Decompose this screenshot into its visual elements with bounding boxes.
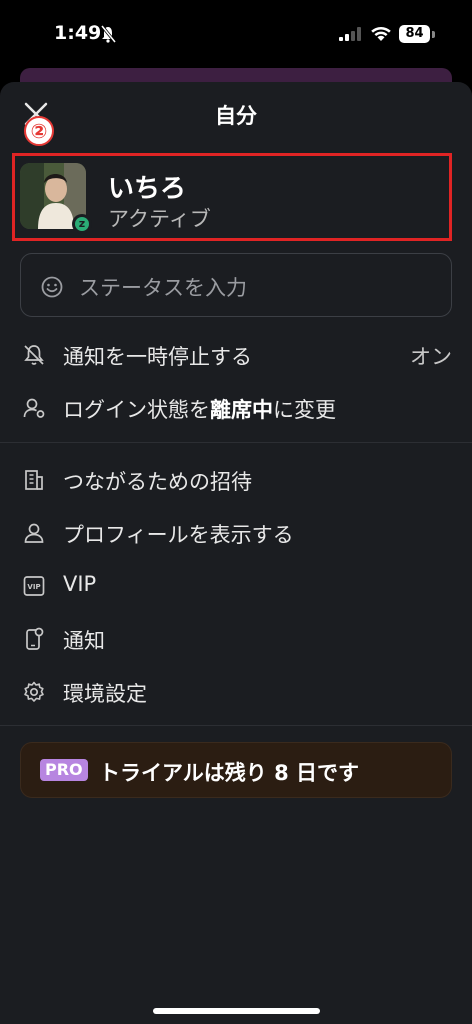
menu-item-view-profile-label: プロフィールを表示する xyxy=(63,523,294,547)
status-input[interactable]: ステータスを入力 xyxy=(20,253,452,317)
profile-highlight-box[interactable] xyxy=(12,153,452,241)
status-input-placeholder: ステータスを入力 xyxy=(79,276,247,300)
home-indicator[interactable] xyxy=(153,1008,320,1014)
set-away-suffix: に変更 xyxy=(273,398,336,422)
vip-icon: VIP xyxy=(23,576,45,596)
trial-banner[interactable]: PRO トライアルは残り 8 日です xyxy=(20,742,452,798)
menu-item-vip-label: VIP xyxy=(63,572,97,596)
building-icon xyxy=(25,470,43,490)
set-away-emphasis: 離席中 xyxy=(210,398,273,422)
menu-item-vip[interactable]: VIP VIP xyxy=(0,561,472,611)
set-away-prefix: ログイン状態を xyxy=(63,398,210,422)
menu-item-notifications[interactable]: 通知 xyxy=(0,614,472,664)
pause-notifications-item[interactable]: 通知を一時停止する オン xyxy=(0,330,472,380)
menu-item-invite-label: つながるための招待 xyxy=(63,470,252,494)
person-icon xyxy=(24,523,44,543)
set-away-label: ログイン状態を離席中に変更 xyxy=(63,394,336,424)
pause-notifications-label: 通知を一時停止する xyxy=(63,345,252,369)
menu-item-preferences-label: 環境設定 xyxy=(63,682,147,706)
menu-item-notifications-label: 通知 xyxy=(63,629,105,653)
phone-notification-icon xyxy=(26,627,44,650)
battery-nub xyxy=(432,31,435,38)
cell-signal-icon xyxy=(339,27,361,41)
pro-badge: PRO xyxy=(40,759,88,781)
page-title: 自分 xyxy=(215,104,257,128)
menu-item-view-profile[interactable]: プロフィールを表示する xyxy=(0,508,472,558)
svg-text:VIP: VIP xyxy=(27,583,40,591)
pause-notifications-value: オン xyxy=(410,345,452,369)
divider xyxy=(0,442,472,443)
divider xyxy=(0,725,472,726)
set-away-item[interactable]: ログイン状態を離席中に変更 xyxy=(0,383,472,433)
gear-icon xyxy=(24,681,44,702)
bell-muted-icon xyxy=(100,25,116,43)
wifi-icon xyxy=(371,26,391,41)
status-time: 1:49 xyxy=(54,22,102,44)
bell-snooze-icon xyxy=(24,345,44,365)
trial-text: トライアルは残り 8 日です xyxy=(99,761,360,785)
status-bar: 1:49 84 xyxy=(0,0,472,70)
menu-item-preferences[interactable]: 環境設定 xyxy=(0,667,472,717)
smiley-icon xyxy=(41,276,63,298)
battery-level: 84 xyxy=(399,25,430,43)
person-status-icon xyxy=(23,398,45,418)
menu-item-invite[interactable]: つながるための招待 xyxy=(0,455,472,505)
